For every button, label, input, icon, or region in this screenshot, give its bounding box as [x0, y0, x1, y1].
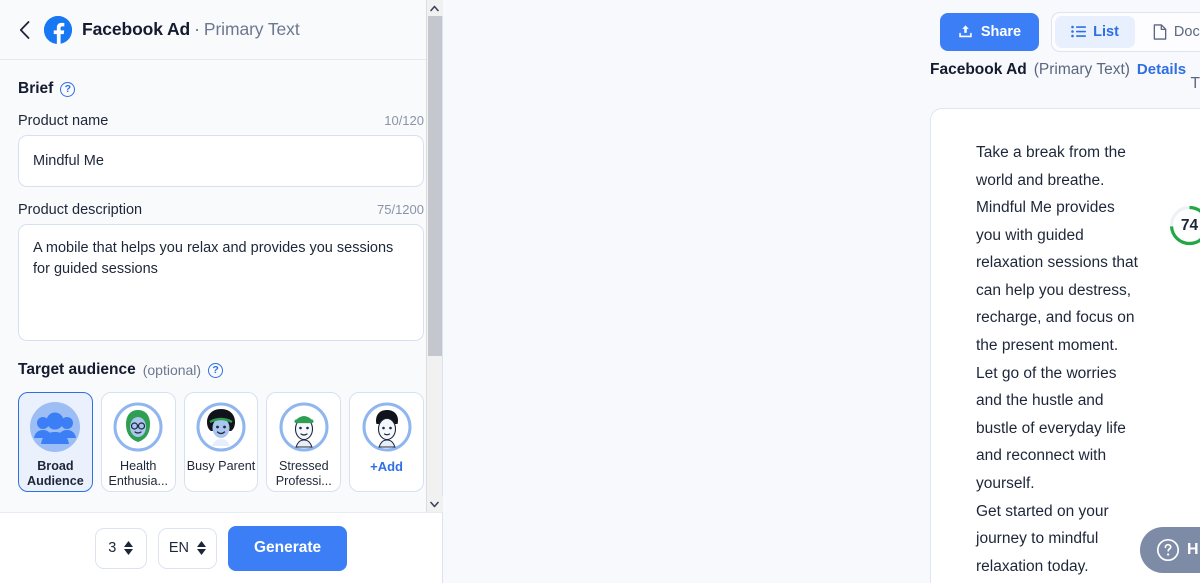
product-name-row: Product name 10/120 [18, 113, 424, 129]
tab-document-label: Document [1173, 23, 1200, 40]
tab-list-view[interactable]: List [1055, 15, 1135, 48]
product-name-input[interactable]: Mindful Me [18, 135, 424, 187]
audience-card-label: Busy Parent [186, 459, 256, 473]
result-card[interactable]: Take a break from the world and breathe.… [930, 108, 1200, 583]
upload-icon [959, 25, 972, 38]
person-plain-avatar-icon [362, 402, 412, 452]
score-badge[interactable]: 74 [1168, 204, 1200, 247]
back-icon[interactable] [14, 20, 34, 40]
language-value: EN [168, 540, 189, 556]
facebook-logo-icon [44, 15, 72, 44]
person-hijab-avatar-icon [113, 402, 163, 452]
group-avatar-icon [30, 402, 81, 452]
brief-section-header: Brief ? [18, 80, 424, 98]
results-subheader: Facebook Ad (Primary Text) Details [443, 61, 1200, 101]
brief-help-icon[interactable]: ? [60, 81, 76, 97]
audience-card-busy-parent[interactable]: Busy Parent [183, 392, 259, 492]
product-description-label: Product description [18, 202, 143, 218]
variant-count-stepper[interactable]: 3 [94, 527, 147, 569]
results-toolbar: Share List Document [443, 0, 1200, 63]
sidebar-footer: 3 EN Generate [0, 512, 442, 583]
audience-card-stressed-professional[interactable]: Stressed Professi... [266, 392, 342, 492]
page-title: Facebook Ad · Primary Text [82, 19, 300, 40]
chevron-down-icon[interactable] [426, 496, 443, 512]
help-button[interactable]: H [1140, 527, 1200, 573]
generate-button[interactable]: Generate [227, 525, 348, 571]
sidebar-scrollbar[interactable] [426, 0, 443, 512]
tab-document-view[interactable]: Document [1137, 16, 1200, 48]
person-beanie-avatar-icon [279, 402, 329, 452]
target-audience-list: Broad Audience Health Enthusia... Busy P… [18, 392, 424, 492]
product-description-row: Product description 75/1200 [18, 202, 424, 218]
document-icon [1153, 23, 1167, 40]
results-title: Facebook Ad [930, 61, 1027, 78]
tab-list-label: List [1093, 23, 1119, 40]
product-description-counter: 75/1200 [377, 202, 424, 217]
spinner-arrows-icon[interactable] [124, 541, 134, 555]
list-icon [1071, 25, 1087, 38]
product-name-counter: 10/120 [384, 113, 424, 128]
variant-count-value: 3 [108, 540, 117, 556]
app-root: Facebook Ad · Primary Text Brief ? Product… [0, 0, 1200, 583]
question-circle-icon [1156, 538, 1180, 562]
results-list: Take a break from the world and breathe.… [930, 108, 1200, 583]
results-right-label: T [1190, 75, 1200, 92]
page-title-main: Facebook Ad [82, 19, 191, 39]
target-audience-optional: (optional) [142, 362, 202, 378]
language-stepper[interactable]: EN [157, 527, 217, 569]
share-button-label: Share [980, 23, 1022, 40]
brief-label: Brief [18, 80, 54, 97]
target-audience-help-icon[interactable]: ? [208, 362, 224, 378]
audience-card-label: Broad Audience [27, 459, 84, 488]
details-link[interactable]: Details [1137, 61, 1186, 78]
brief-sidebar: Facebook Ad · Primary Text Brief ? Product… [0, 0, 443, 583]
chevron-up-icon[interactable] [426, 0, 443, 16]
sidebar-body: Brief ? Product name 10/120 Mindful Me P… [0, 60, 442, 512]
page-title-separator: · [194, 19, 200, 39]
person-curly-hair-avatar-icon [196, 402, 246, 452]
view-mode-toggle: List Document [1051, 11, 1200, 52]
audience-card-broad-audience[interactable]: Broad Audience [18, 392, 93, 492]
audience-card-label: +Add [370, 459, 404, 474]
target-audience-label: Target audience [18, 361, 136, 378]
score-value: 74 [1180, 216, 1199, 234]
help-button-label: H [1187, 541, 1199, 558]
result-text: Take a break from the world and breathe.… [976, 144, 1138, 575]
scrollbar-track[interactable] [427, 16, 443, 496]
results-panel: Share List Document [443, 0, 1200, 583]
sidebar-header: Facebook Ad · Primary Text [0, 0, 442, 60]
audience-card-add[interactable]: +Add [349, 392, 424, 492]
product-name-label: Product name [18, 113, 109, 129]
results-subtitle: (Primary Text) [1033, 61, 1130, 78]
audience-card-label: Stressed Professi... [275, 459, 332, 488]
product-description-input[interactable]: A mobile that helps you relax and provid… [18, 224, 424, 341]
share-button[interactable]: Share [939, 12, 1040, 51]
audience-card-health-enthusiast[interactable]: Health Enthusia... [100, 392, 176, 492]
spinner-arrows-icon[interactable] [196, 541, 206, 555]
scrollbar-thumb[interactable] [427, 16, 442, 356]
page-title-sub: Primary Text [203, 19, 300, 39]
target-audience-header: Target audience (optional) ? [18, 361, 424, 379]
audience-card-label: Health Enthusia... [108, 459, 168, 488]
